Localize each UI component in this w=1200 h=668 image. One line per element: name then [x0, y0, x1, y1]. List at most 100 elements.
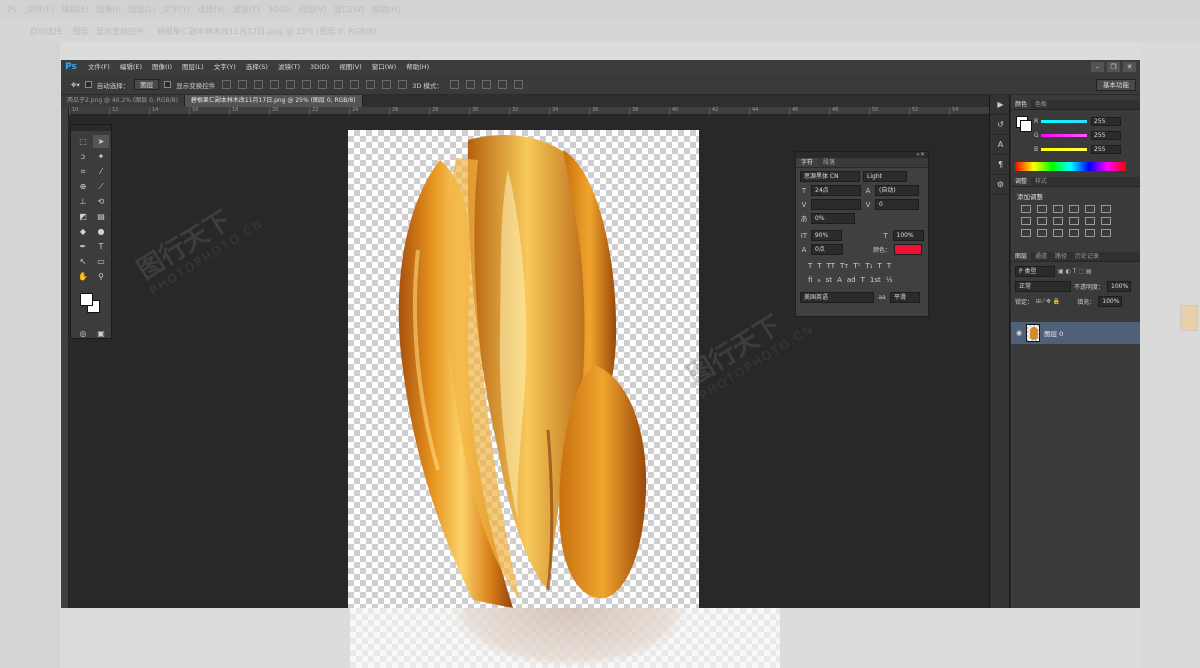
invert-icon[interactable]: [1021, 229, 1031, 237]
menu-select[interactable]: 选择(S): [241, 60, 273, 75]
layer-row[interactable]: ◉ 图层 0: [1011, 322, 1140, 344]
menu-layer[interactable]: 图层(L): [177, 60, 209, 75]
tab-adjustments[interactable]: 调整: [1011, 177, 1032, 186]
auto-select-checkbox[interactable]: [84, 81, 92, 88]
paragraph-icon[interactable]: ¶: [990, 155, 1011, 175]
close-button[interactable]: ✕: [1123, 62, 1136, 72]
character-panel-grip[interactable]: »✕: [796, 151, 928, 158]
distribute-right-icon[interactable]: [398, 80, 408, 89]
marquee-tool-icon[interactable]: ⬚: [75, 135, 91, 148]
layer-name[interactable]: 图层 0: [1044, 328, 1063, 338]
distribute-left-icon[interactable]: [366, 80, 376, 89]
screen-mode-icon[interactable]: ▣: [93, 327, 109, 340]
font-size-field[interactable]: 24点: [811, 185, 861, 196]
tab-color[interactable]: 颜色: [1011, 100, 1032, 109]
threshold-icon[interactable]: [1053, 229, 1063, 237]
vertical-scale-field[interactable]: 90%: [810, 230, 843, 241]
auto-select-dropdown[interactable]: 图层: [134, 79, 160, 90]
panel-close-icon[interactable]: »✕: [916, 151, 925, 158]
history-brush-tool-icon[interactable]: ⟲: [93, 195, 109, 208]
hand-tool-icon[interactable]: ✋: [75, 270, 91, 283]
balance-icon[interactable]: [1037, 217, 1047, 225]
fill-field[interactable]: 100%: [1098, 296, 1123, 307]
tab-document-2[interactable]: 碧根果仁副本林木改11月17日.png @ 25% (图层 0, RGB/8): [184, 95, 363, 107]
layer-filter-icons[interactable]: ▣ ◐ T ⬚ ▤: [1058, 268, 1092, 275]
distribute-vcenter-icon[interactable]: [334, 80, 344, 89]
superscript-button[interactable]: T¹: [853, 262, 860, 270]
menu-view[interactable]: 视图(V): [334, 60, 367, 75]
strikethrough-button[interactable]: T: [887, 262, 891, 270]
red-value[interactable]: 255: [1091, 116, 1121, 126]
move-tool-icon[interactable]: ➤: [93, 135, 109, 148]
play-icon[interactable]: ▶: [990, 95, 1011, 115]
hue-icon[interactable]: [1021, 217, 1031, 225]
antialias-dropdown[interactable]: 平滑: [890, 292, 920, 303]
pen-tool-icon[interactable]: ✒: [75, 240, 91, 253]
exposure-icon[interactable]: [1069, 205, 1079, 213]
document-canvas[interactable]: [348, 130, 699, 608]
photo-filter-icon[interactable]: [1069, 217, 1079, 225]
font-style-dropdown[interactable]: Light: [863, 171, 907, 182]
levels-icon[interactable]: [1037, 205, 1047, 213]
eyedropper-tool-icon[interactable]: ⁄: [93, 165, 109, 178]
restore-button[interactable]: ❐: [1107, 62, 1120, 72]
color-spectrum[interactable]: [1015, 162, 1126, 171]
tab-paragraph[interactable]: 段落: [818, 158, 840, 167]
mixer-icon[interactable]: [1085, 217, 1095, 225]
blur-tool-icon[interactable]: ◆: [75, 225, 91, 238]
move-tool-icon[interactable]: ✥▾: [71, 81, 80, 89]
zoom-tool-icon[interactable]: ⚲: [93, 270, 109, 283]
font-family-dropdown[interactable]: 思源黑体 CN: [800, 171, 860, 182]
tab-swatches[interactable]: 色板: [1031, 100, 1051, 109]
text-color-swatch[interactable]: [894, 244, 923, 255]
tab-layers[interactable]: 图层: [1011, 252, 1032, 261]
subscript-button[interactable]: T₁: [865, 262, 872, 270]
gradient-tool-icon[interactable]: ▤: [93, 210, 109, 223]
tab-character[interactable]: 字符: [796, 158, 819, 167]
menu-image[interactable]: 图像(I): [147, 60, 177, 75]
menu-filter[interactable]: 滤镜(T): [273, 60, 305, 75]
layer-filter-dropdown[interactable]: P 类型: [1015, 266, 1055, 277]
tool-presets-icon[interactable]: ⚙: [990, 175, 1011, 195]
posterize-icon[interactable]: [1037, 229, 1047, 237]
faux-bold-button[interactable]: T: [808, 262, 812, 270]
align-vcenter-icon[interactable]: [238, 80, 248, 89]
discretionary-lig-button[interactable]: st: [826, 276, 832, 284]
bw-icon[interactable]: [1053, 217, 1063, 225]
titling-button[interactable]: T: [861, 276, 865, 284]
align-top-icon[interactable]: [222, 80, 232, 89]
ligature-button[interactable]: fi: [808, 276, 812, 284]
red-slider[interactable]: R 255: [1034, 116, 1125, 126]
lookup-icon[interactable]: [1101, 217, 1111, 225]
tsume-field[interactable]: 0%: [811, 213, 855, 224]
faux-italic-button[interactable]: T: [817, 262, 821, 270]
minimize-button[interactable]: –: [1091, 62, 1104, 72]
menu-type[interactable]: 文字(Y): [209, 60, 241, 75]
history-icon[interactable]: ↺: [990, 115, 1011, 135]
green-value[interactable]: 255: [1091, 130, 1121, 140]
tab-styles[interactable]: 样式: [1031, 177, 1051, 186]
horizontal-scale-field[interactable]: 100%: [892, 230, 925, 241]
language-dropdown[interactable]: 美国英语: [800, 292, 874, 303]
show-transform-checkbox[interactable]: [164, 81, 172, 88]
drag-3d-icon[interactable]: [481, 80, 491, 89]
swash-button[interactable]: A: [837, 276, 842, 284]
gradient-icon[interactable]: [1101, 205, 1111, 213]
blue-slider[interactable]: B 255: [1034, 144, 1125, 154]
shape-tool-icon[interactable]: ▭: [93, 255, 109, 268]
roll-3d-icon[interactable]: [465, 80, 475, 89]
slide-3d-icon[interactable]: [497, 80, 507, 89]
selective-color-icon[interactable]: [1085, 229, 1095, 237]
path-select-tool-icon[interactable]: ↖: [75, 255, 91, 268]
healing-tool-icon[interactable]: ⊕: [75, 180, 91, 193]
tab-paths[interactable]: 路径: [1051, 252, 1071, 261]
menu-help[interactable]: 帮助(H): [401, 60, 434, 75]
quick-mask-icon[interactable]: ◎: [75, 327, 91, 340]
align-hcenter-icon[interactable]: [286, 80, 296, 89]
tracking-field[interactable]: 0: [875, 199, 919, 210]
foreground-color-swatch[interactable]: [80, 293, 93, 306]
crop-tool-icon[interactable]: ⌗: [75, 165, 91, 178]
blue-value[interactable]: 255: [1091, 144, 1121, 154]
curves-icon[interactable]: [1053, 205, 1063, 213]
stamp-tool-icon[interactable]: ⊥: [75, 195, 91, 208]
